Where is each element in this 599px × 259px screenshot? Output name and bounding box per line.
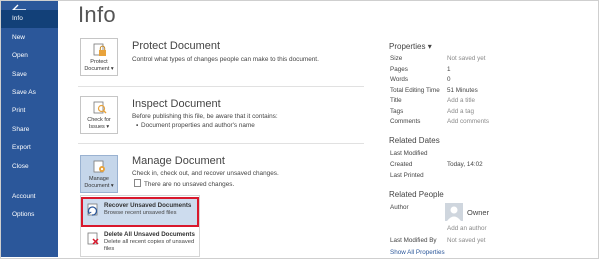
chevron-down-icon: ▾ — [109, 182, 114, 189]
nav-account[interactable]: Account — [1, 188, 58, 206]
divider — [78, 86, 364, 87]
protect-desc: Control what types of changes people can… — [132, 56, 319, 63]
lock-icon — [93, 43, 106, 56]
last-printed-label: Last Printed — [390, 172, 424, 179]
protect-title: Protect Document — [132, 40, 221, 52]
delete-title: Delete All Unsaved Documents — [104, 231, 195, 238]
document-icon — [134, 179, 141, 187]
manage-note: There are no unsaved changes. — [134, 179, 234, 188]
show-all-properties-link[interactable]: Show All Properties — [390, 249, 445, 256]
manage-tile-line2: Document — [84, 182, 110, 189]
nav-open[interactable]: Open — [1, 47, 58, 65]
nav-close[interactable]: Close — [1, 158, 58, 176]
prop-label: Total Editing Time — [390, 87, 440, 94]
chevron-down-icon: ▾ — [109, 65, 114, 72]
protect-document-button[interactable]: Protect Document ▾ — [80, 38, 118, 76]
manage-document-icon — [93, 160, 105, 173]
related-dates-heading: Related Dates — [389, 136, 440, 145]
last-modified-label: Last Modified — [390, 150, 428, 157]
last-modified-by-label: Last Modified By — [390, 237, 437, 244]
nav-new[interactable]: New — [1, 29, 58, 47]
prop-value: 51 Minutes — [447, 87, 478, 94]
nav-export[interactable]: Export — [1, 139, 58, 157]
prop-label: Pages — [390, 66, 408, 73]
inspect-document-icon — [93, 101, 107, 114]
author-label: Author — [390, 204, 409, 211]
created-value: Today, 14:02 — [447, 161, 483, 168]
add-title-field[interactable]: Add a title — [447, 97, 475, 104]
nav-print[interactable]: Print — [1, 102, 58, 120]
properties-heading-text: Properties — [389, 42, 426, 51]
manage-document-button[interactable]: Manage Document ▾ — [80, 155, 118, 193]
recover-document-icon — [87, 203, 98, 216]
protect-tile-line2: Document — [84, 65, 110, 72]
prop-label: Tags — [390, 108, 404, 115]
recover-title: Recover Unsaved Documents — [104, 202, 192, 209]
prop-label: Words — [390, 76, 409, 83]
inspect-tile-line2: Issues — [88, 123, 105, 130]
manage-title: Manage Document — [132, 155, 225, 167]
inspect-bullet: ▪ Document properties and author's name — [136, 122, 255, 129]
recover-unsaved-documents-item[interactable]: Recover Unsaved Documents Browse recent … — [81, 197, 199, 227]
properties-heading[interactable]: Properties ▾ — [389, 42, 432, 51]
nav-share[interactable]: Share — [1, 121, 58, 139]
recover-sub: Browse recent unsaved files — [104, 210, 177, 216]
nav-options[interactable]: Options — [1, 206, 58, 224]
page-title: Info — [78, 2, 116, 27]
add-comments-field[interactable]: Add comments — [447, 118, 489, 125]
inspect-title: Inspect Document — [132, 98, 221, 110]
created-label: Created — [390, 161, 413, 168]
last-modified-by-value: Not saved yet — [447, 237, 486, 244]
manage-document-menu: Recover Unsaved Documents Browse recent … — [80, 195, 200, 257]
prop-value: 0 — [447, 76, 451, 83]
delete-sub: Delete all recent copies of unsaved file… — [104, 239, 195, 252]
divider — [78, 143, 364, 144]
manage-note-text: There are no unsaved changes. — [144, 181, 235, 188]
backstage-sidebar: Info New Open Save Save As Print Share E… — [1, 1, 58, 257]
nav-save-as[interactable]: Save As — [1, 84, 58, 102]
prop-value: 1 — [447, 66, 451, 73]
prop-label: Title — [390, 97, 402, 104]
manage-desc: Check in, check out, and recover unsaved… — [132, 170, 279, 177]
avatar — [445, 203, 463, 221]
add-tag-field[interactable]: Add a tag — [447, 108, 474, 115]
prop-label: Size — [390, 55, 403, 62]
prop-label: Comments — [390, 118, 421, 125]
nav-save[interactable]: Save — [1, 66, 58, 84]
inspect-desc: Before publishing this file, be aware th… — [132, 113, 278, 120]
nav-info[interactable]: Info — [1, 10, 58, 28]
chevron-down-icon: ▾ — [104, 123, 110, 130]
check-for-issues-button[interactable]: Check for Issues ▾ — [80, 96, 118, 134]
chevron-down-icon: ▾ — [425, 42, 432, 51]
author-name: Owner — [467, 208, 490, 217]
delete-document-icon — [87, 232, 99, 245]
related-people-heading: Related People — [389, 190, 444, 199]
inspect-bullet-text: Document properties and author's name — [141, 122, 255, 129]
prop-value: Not saved yet — [447, 55, 486, 62]
add-author-field[interactable]: Add an author — [447, 225, 487, 232]
delete-all-unsaved-documents-item[interactable]: Delete All Unsaved Documents Delete all … — [83, 228, 197, 254]
